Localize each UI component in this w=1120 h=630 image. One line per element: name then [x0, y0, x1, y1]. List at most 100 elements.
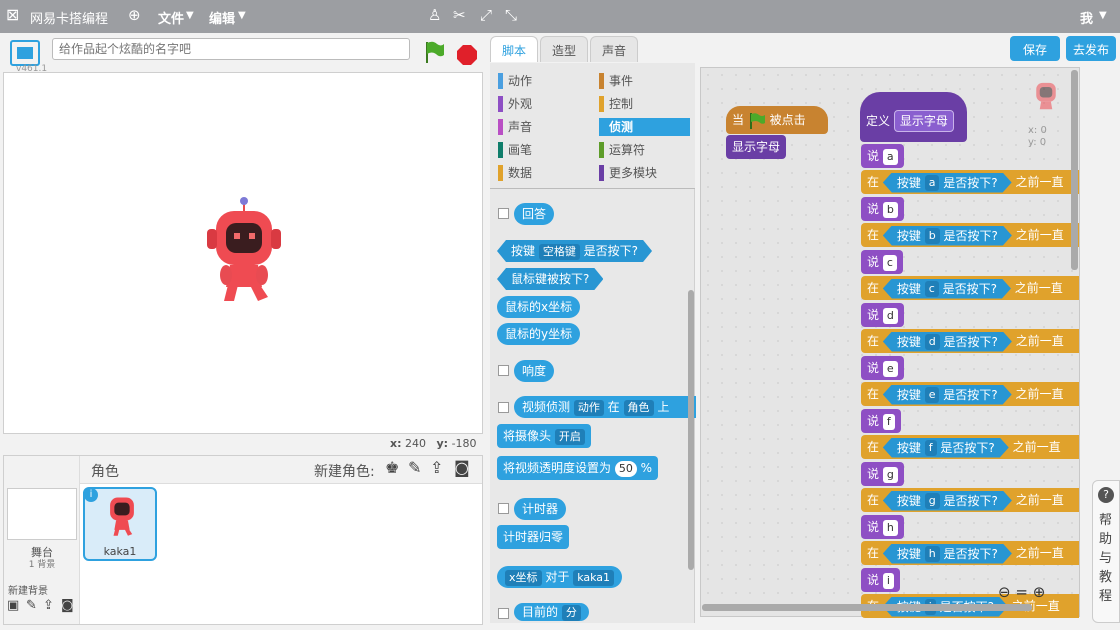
of-sprite-block[interactable]: x坐标 对于 kaka1 — [497, 566, 623, 588]
reset-timer-block[interactable]: 计时器归零 — [497, 525, 570, 549]
current-checkbox[interactable] — [498, 608, 509, 619]
key-pressed-condition[interactable]: 按键 b 是否按下? — [883, 226, 1012, 246]
of-sprite-dropdown[interactable]: kaka1 — [573, 569, 615, 586]
loudness-checkbox[interactable] — [498, 365, 509, 376]
say-text-input[interactable]: h — [882, 519, 898, 536]
key-pressed-condition[interactable]: 按键 h 是否按下? — [883, 544, 1012, 564]
category-sound[interactable]: 声音 — [498, 118, 588, 136]
video-checkbox[interactable] — [498, 402, 509, 413]
user-menu[interactable]: 我 — [1080, 8, 1093, 27]
backdrop-upload-icon[interactable]: ⇪ — [43, 598, 54, 613]
say-block[interactable]: 说 g — [861, 462, 904, 486]
loudness-block[interactable]: 响度 — [514, 360, 555, 382]
zoom-reset-icon[interactable]: = — [1015, 583, 1028, 601]
transparency-input[interactable]: 50 — [614, 460, 637, 477]
stage-canvas[interactable] — [3, 72, 483, 434]
say-block[interactable]: 说 d — [861, 303, 904, 327]
zoom-out-icon[interactable]: ⊖ — [998, 583, 1011, 601]
video-attr-dropdown[interactable]: 动作 — [573, 399, 604, 416]
say-text-input[interactable]: b — [882, 201, 898, 218]
video-sensing-block[interactable]: 视频侦测 动作 在 角色 上 — [514, 396, 696, 418]
save-button[interactable]: 保存 — [1010, 36, 1060, 61]
say-block[interactable]: 说 c — [861, 250, 903, 274]
wait-until-block[interactable]: 在 按键 d 是否按下? 之前一直 — [861, 329, 1079, 353]
camera-block[interactable]: 将摄像头 开启 — [497, 424, 591, 448]
category-control[interactable]: 控制 — [599, 95, 689, 113]
backdrop-library-icon[interactable]: ▣ — [7, 598, 19, 613]
camera-icon[interactable]: ◙ — [454, 458, 470, 477]
current-time-block[interactable]: 目前的 分 — [514, 603, 589, 621]
stage-thumbnail[interactable] — [7, 488, 77, 540]
globe-icon[interactable]: ⊕ — [128, 6, 141, 24]
wait-until-block[interactable]: 在 按键 b 是否按下? 之前一直 — [861, 223, 1079, 247]
upload-icon[interactable]: ⇪ — [430, 458, 443, 477]
info-icon[interactable]: i — [84, 488, 98, 502]
key-pressed-condition[interactable]: 按键 c 是否按下? — [883, 279, 1011, 299]
scripts-vertical-scrollbar[interactable] — [1071, 70, 1078, 270]
key-dropdown[interactable]: c — [925, 281, 939, 297]
key-dropdown[interactable]: g — [925, 493, 940, 509]
video-target-dropdown[interactable]: 角色 — [623, 399, 654, 416]
wait-until-block[interactable]: 在 按键 g 是否按下? 之前一直 — [861, 488, 1079, 512]
key-pressed-condition[interactable]: 按键 e 是否按下? — [883, 385, 1012, 405]
say-block[interactable]: 说 f — [861, 409, 901, 433]
stop-icon[interactable] — [456, 44, 478, 66]
mouse-down-block[interactable]: 鼠标键被按下? — [497, 268, 603, 290]
timer-checkbox[interactable] — [498, 503, 509, 514]
duplicate-stamp-icon[interactable]: ♙ — [428, 6, 441, 24]
say-block[interactable]: 说 b — [861, 197, 904, 221]
category-data[interactable]: 数据 — [498, 164, 588, 182]
key-dropdown[interactable]: f — [925, 440, 937, 456]
wait-until-block[interactable]: 在 按键 f 是否按下? 之前一直 — [861, 435, 1079, 459]
tab-costumes[interactable]: 造型 — [540, 36, 588, 62]
help-tab[interactable]: ? 帮助与教程 — [1092, 480, 1120, 623]
key-pressed-block[interactable]: 按键 空格键 是否按下? — [497, 240, 652, 262]
say-block[interactable]: 说 h — [861, 515, 904, 539]
wait-until-block[interactable]: 在 按键 c 是否按下? 之前一直 — [861, 276, 1079, 300]
green-flag-icon[interactable] — [423, 40, 445, 64]
delete-scissors-icon[interactable]: ✂ — [453, 6, 466, 24]
tab-scripts[interactable]: 脚本 — [490, 36, 538, 62]
file-menu[interactable]: 文件 — [158, 8, 184, 27]
key-pressed-condition[interactable]: 按键 a 是否按下? — [883, 173, 1012, 193]
backdrop-paint-icon[interactable]: ✎ — [26, 598, 37, 613]
category-events[interactable]: 事件 — [599, 72, 689, 90]
wait-until-block[interactable]: 在 按键 a 是否按下? 之前一直 — [861, 170, 1079, 194]
when-flag-clicked-block[interactable]: 当 被点击 — [726, 106, 828, 134]
key-dropdown[interactable]: a — [925, 175, 940, 191]
zoom-in-icon[interactable]: ⊕ — [1033, 583, 1046, 601]
edit-menu[interactable]: 编辑 — [209, 8, 235, 27]
mouse-x-block[interactable]: 鼠标的x坐标 — [497, 296, 581, 318]
call-custom-block[interactable]: 显示字母 — [726, 135, 787, 159]
say-text-input[interactable]: f — [882, 413, 895, 430]
answer-checkbox[interactable] — [498, 208, 509, 219]
tab-sounds[interactable]: 声音 — [590, 36, 638, 62]
publish-button[interactable]: 去发布 — [1066, 36, 1116, 61]
shrink-icon[interactable]: ⤡ — [505, 6, 517, 24]
paint-brush-icon[interactable]: ✎ — [408, 458, 421, 477]
project-title-input[interactable] — [52, 38, 410, 60]
say-text-input[interactable]: g — [882, 466, 898, 483]
category-more-blocks[interactable]: 更多模块 — [599, 164, 689, 182]
robot-sprite[interactable] — [204, 197, 284, 312]
key-dropdown[interactable]: e — [925, 387, 940, 403]
of-attr-dropdown[interactable]: x坐标 — [505, 569, 542, 586]
key-dropdown[interactable]: h — [925, 546, 940, 562]
sprite-thumbnail[interactable]: i kaka1 — [83, 487, 157, 561]
key-dropdown[interactable]: b — [925, 228, 940, 244]
sprite-library-icon[interactable]: ♚ — [385, 458, 399, 477]
key-pressed-condition[interactable]: 按键 g 是否按下? — [883, 491, 1012, 511]
wait-until-block[interactable]: 在 按键 h 是否按下? 之前一直 — [861, 541, 1079, 565]
category-sensing[interactable]: 侦测 — [599, 118, 690, 136]
key-pressed-condition[interactable]: 按键 f 是否按下? — [883, 438, 1009, 458]
category-looks[interactable]: 外观 — [498, 95, 588, 113]
say-text-input[interactable]: a — [882, 148, 898, 165]
category-operators[interactable]: 运算符 — [599, 141, 689, 159]
timer-block[interactable]: 计时器 — [514, 498, 567, 520]
say-text-input[interactable]: i — [882, 572, 894, 589]
key-dropdown[interactable]: 空格键 — [539, 244, 580, 260]
video-transparency-block[interactable]: 将视频透明度设置为 50 % — [497, 456, 659, 480]
current-dropdown[interactable]: 分 — [561, 604, 581, 621]
say-block[interactable]: 说 a — [861, 144, 904, 168]
scripts-horizontal-scrollbar[interactable] — [702, 604, 1032, 611]
